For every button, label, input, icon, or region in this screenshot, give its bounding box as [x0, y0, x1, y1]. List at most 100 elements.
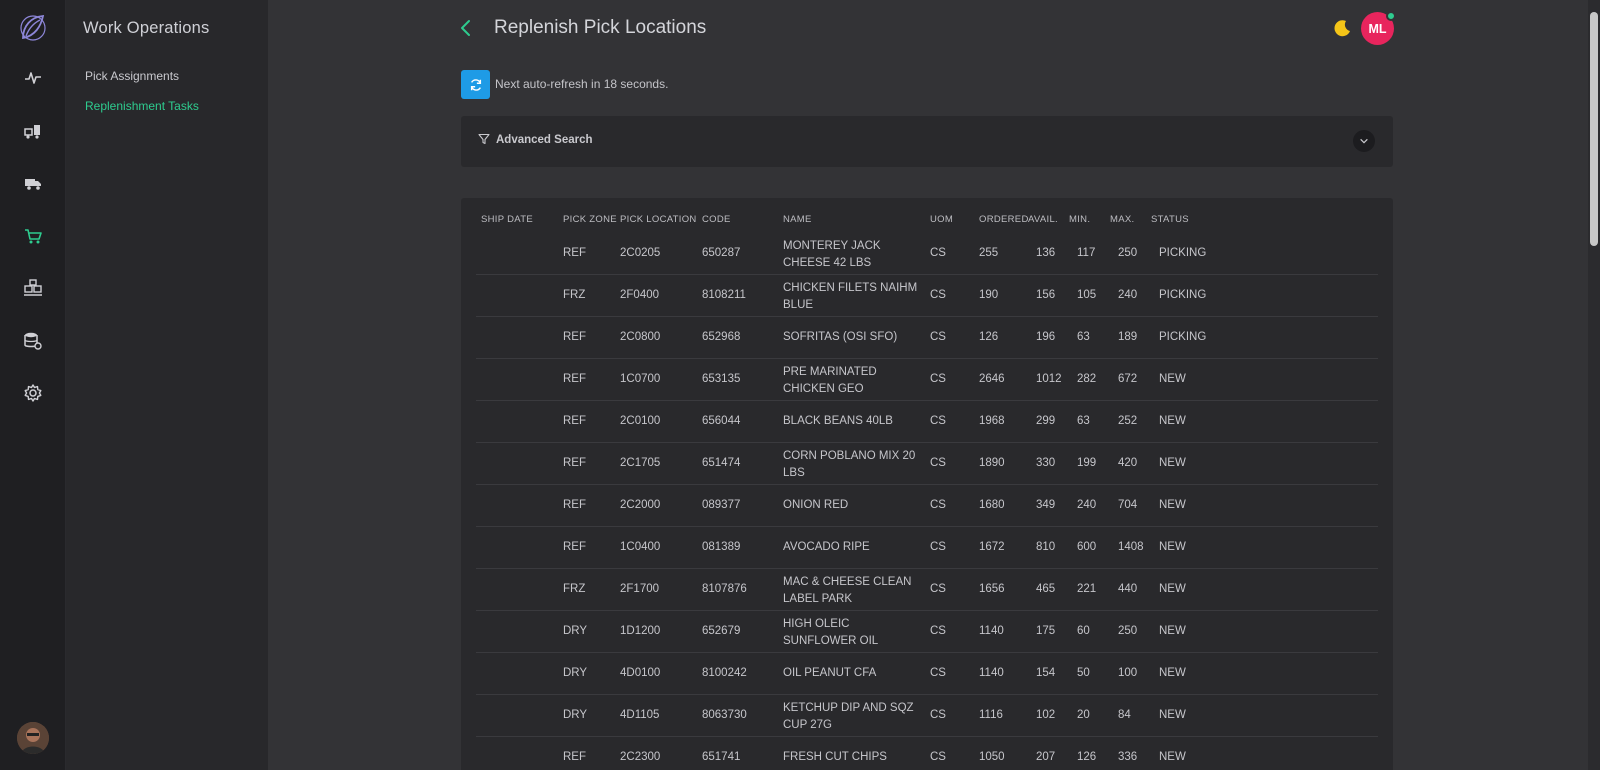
cell-max: 440	[1118, 583, 1138, 595]
cell-pick-zone: REF	[563, 457, 586, 469]
user-photo-avatar[interactable]	[17, 722, 49, 754]
column-header-ordered[interactable]: ORDERED	[979, 214, 1029, 225]
cell-pick-zone: FRZ	[563, 289, 586, 301]
cell-max: 336	[1118, 751, 1138, 763]
cell-pick-location: 2C0100	[620, 415, 661, 427]
table-body: REF 2C0205 650287 MONTEREY JACK CHEESE 42 L…	[476, 233, 1378, 770]
cell-avail: 330	[1036, 457, 1056, 469]
cell-uom: CS	[930, 709, 946, 721]
column-header-pick-location[interactable]: PICK LOCATION	[620, 214, 697, 225]
cell-ordered: 2646	[979, 373, 1005, 385]
cell-code: 652679	[702, 625, 741, 637]
back-arrow-icon[interactable]	[458, 18, 474, 38]
table-row[interactable]: FRZ 2F0400 8108211 CHICKEN FILETS NAIHM BLU…	[476, 275, 1378, 317]
cell-ordered: 1890	[979, 457, 1005, 469]
scrollbar-thumb[interactable]	[1590, 12, 1598, 246]
table-row[interactable]: REF 1C0700 653135 PRE MARINATED CHICKEN GEO…	[476, 359, 1378, 401]
cell-ordered: 1116	[979, 709, 1003, 721]
icon-rail	[0, 0, 66, 770]
table-row[interactable]: DRY 4D0100 8100242 OIL PEANUT CFA CS 1140 154 5…	[476, 653, 1378, 695]
cell-status: PICKING	[1159, 247, 1207, 259]
column-header-name[interactable]: NAME	[783, 214, 812, 225]
cell-min: 105	[1077, 289, 1097, 301]
cell-min: 126	[1077, 751, 1097, 763]
cell-max: 1408	[1118, 541, 1144, 553]
cell-max: 189	[1118, 331, 1138, 343]
database-settings-icon[interactable]	[21, 329, 45, 353]
table-row[interactable]: REF 2C1705 651474 CORN POBLANO MIX 20 LBS CS…	[476, 443, 1378, 485]
table-row[interactable]: DRY 1D1200 652679 HIGH OLEIC SUNFLOWER OIL C…	[476, 611, 1378, 653]
table-row[interactable]: REF 2C0205 650287 MONTEREY JACK CHEESE 42 L…	[476, 233, 1378, 275]
cell-pick-zone: DRY	[563, 625, 588, 637]
column-header-max[interactable]: MAX.	[1110, 214, 1134, 225]
logo-icon[interactable]	[17, 12, 49, 44]
cell-uom: CS	[930, 667, 946, 679]
table-row[interactable]: FRZ 2F1700 8107876 MAC & CHEESE CLEAN LABEL…	[476, 569, 1378, 611]
cell-min: 50	[1077, 667, 1090, 679]
cell-name: ONION RED	[783, 499, 849, 511]
cell-ordered: 126	[979, 331, 999, 343]
nav-item-pick-assignments[interactable]: Pick Assignments	[85, 69, 179, 83]
cell-code: 089377	[702, 499, 741, 511]
column-header-status[interactable]: STATUS	[1151, 214, 1189, 225]
cell-min: 60	[1077, 625, 1090, 637]
cell-pick-location: 2C0800	[620, 331, 661, 343]
filter-icon	[478, 133, 490, 145]
table-row[interactable]: REF 1C0400 081389 AVOCADO RIPE CS 1672 810 600 1…	[476, 527, 1378, 569]
column-header-code[interactable]: CODE	[702, 214, 731, 225]
cell-max: 240	[1118, 289, 1138, 301]
activity-icon[interactable]	[21, 66, 45, 90]
table-row[interactable]: REF 2C2000 089377 ONION RED CS 1680 349 240 704 N…	[476, 485, 1378, 527]
table-row[interactable]: REF 2C0800 652968 SOFRITAS (OSI SFO) CS 126 19…	[476, 317, 1378, 359]
column-header-avail[interactable]: AVAIL.	[1028, 214, 1058, 225]
cell-max: 250	[1118, 625, 1138, 637]
cell-pick-zone: DRY	[563, 667, 588, 679]
cell-uom: CS	[930, 289, 946, 301]
dark-mode-moon-icon[interactable]	[1332, 18, 1352, 38]
advanced-search-panel[interactable]: Advanced Search	[461, 116, 1393, 167]
cell-avail: 136	[1036, 247, 1056, 259]
cell-name: PRE MARINATED CHICKEN GEO	[783, 366, 877, 395]
nav-item-replenishment-tasks[interactable]: Replenishment Tasks	[85, 99, 199, 113]
chevron-down-icon[interactable]	[1353, 130, 1375, 152]
column-header-pick-zone[interactable]: PICK ZONE	[563, 214, 617, 225]
pallet-icon[interactable]	[21, 276, 45, 300]
cell-min: 282	[1077, 373, 1097, 385]
cell-pick-location: 2C2300	[620, 751, 661, 763]
cell-max: 672	[1118, 373, 1138, 385]
cell-pick-location: 2F1700	[620, 583, 660, 595]
forklift-icon[interactable]	[21, 119, 45, 143]
cart-icon[interactable]	[21, 224, 45, 248]
cell-name: HIGH OLEIC SUNFLOWER OIL	[783, 618, 879, 647]
cell-avail: 465	[1036, 583, 1056, 595]
cell-pick-zone: REF	[563, 499, 586, 511]
user-avatar[interactable]: ML	[1361, 11, 1396, 45]
table-row[interactable]: REF 2C0100 656044 BLACK BEANS 40LB CS 1968 299…	[476, 401, 1378, 443]
cell-status: NEW	[1159, 667, 1186, 679]
cell-pick-location: 2C2000	[620, 499, 661, 511]
column-header-ship-date[interactable]: SHIP DATE	[481, 214, 533, 225]
gear-icon[interactable]	[21, 381, 45, 405]
cell-name: AVOCADO RIPE	[783, 541, 870, 553]
cell-code: 651741	[702, 751, 741, 763]
column-header-uom[interactable]: UOM	[930, 214, 953, 225]
column-header-min[interactable]: MIN.	[1069, 214, 1090, 225]
table-row[interactable]: REF 2C2300 651741 FRESH CUT CHIPS CS 1050 207 1…	[476, 737, 1378, 770]
cell-pick-location: 2F0400	[620, 289, 660, 301]
cell-ordered: 190	[979, 289, 999, 301]
cell-min: 199	[1077, 457, 1097, 469]
cell-code: 656044	[702, 415, 741, 427]
cell-ordered: 1050	[979, 751, 1005, 763]
cell-code: 081389	[702, 541, 741, 553]
table-row[interactable]: DRY 4D1105 8063730 KETCHUP DIP AND SQZ CUP …	[476, 695, 1378, 737]
section-title: Work Operations	[83, 19, 210, 37]
cell-uom: CS	[930, 625, 946, 637]
cell-name: CORN POBLANO MIX 20 LBS	[783, 450, 916, 479]
cell-status: NEW	[1159, 751, 1186, 763]
sub-navigation: Work Operations Pick Assignments Repleni…	[66, 0, 268, 770]
cell-max: 84	[1118, 709, 1131, 721]
truck-icon[interactable]	[21, 171, 45, 195]
cell-ordered: 1672	[979, 541, 1005, 553]
cell-avail: 299	[1036, 415, 1056, 427]
refresh-button[interactable]	[461, 70, 490, 99]
